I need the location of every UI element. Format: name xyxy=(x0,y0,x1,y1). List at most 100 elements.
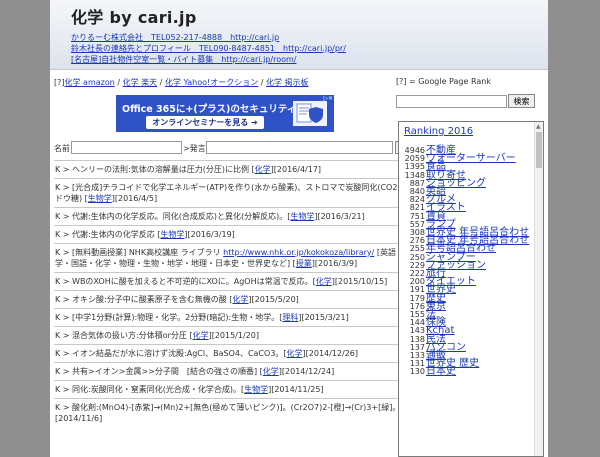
post-text-part: ][2015/10/15] xyxy=(331,277,388,286)
post-list: K > ヘンリーの法則:気体の溶解量は圧力(分圧)に比例 [化学][2016/4… xyxy=(54,160,427,427)
post-text-part: ][2015/5/20] xyxy=(248,295,299,304)
ranking-scrollbar[interactable]: ▲ xyxy=(534,122,543,456)
site-header: 化学 by cari.jp かりるーむ株式会社 TEL052-217-4888 … xyxy=(50,0,548,70)
site-title: 化学 by cari.jp xyxy=(71,8,197,27)
post-tag-link[interactable]: 化学 xyxy=(287,349,303,358)
post-text-part: K > オキシ酸:分子中に酸素原子を含む無機の酸 [ xyxy=(55,295,233,304)
post-text-part: ][2015/3/21] xyxy=(298,313,349,322)
nav-separator: / xyxy=(114,78,123,87)
post-text: K > 代謝:生体内の化学反応。同化(合成反応)と異化(分解反応)。[生物学][… xyxy=(54,208,427,225)
header-link-profile[interactable]: 鈴木社長の連絡先とプロフィール TEL090-8487-4851 http://… xyxy=(71,43,548,54)
post-text-part: K > [無料動画授業] NHK高校講座 ライブラリ xyxy=(55,248,224,257)
scrollbar-thumb[interactable] xyxy=(536,132,542,168)
sidebar: [?] = Google Page Rank 検索 Ranking 2016 4… xyxy=(396,77,548,457)
search-input[interactable] xyxy=(396,95,507,108)
post-tag-link[interactable]: 化学 xyxy=(255,165,271,174)
ranking-count: 130 xyxy=(409,367,425,377)
post-item: K > 酸化剤:(MnO4)-[赤紫]→(Mn)2+[無色(極めて薄いピンク)]… xyxy=(54,398,427,427)
post-item: K > 共有>イオン>金属>>分子間 [結合の強さの順番] [化学][2014/… xyxy=(54,362,427,380)
post-text: K > [光合成]チラコイドで化学エネルギー(ATP)を作り(水から酸素)、スト… xyxy=(54,179,427,207)
post-text-part: K > 同化:炭酸同化・窒素同化(光合成・化学合成)。[ xyxy=(55,385,245,394)
post-text: K > [無料動画授業] NHK高校講座 ライブラリ http://www.nh… xyxy=(54,244,427,272)
post-tag-link[interactable]: 化学 xyxy=(193,331,209,340)
main-content: [?]化学 amazon / 化学 楽天 / 化学 Yahoo!オークション /… xyxy=(54,77,427,457)
post-text-part: ][2016/3/21] xyxy=(314,212,365,221)
post-item: K > [無料動画授業] NHK高校講座 ライブラリ http://www.nh… xyxy=(54,243,427,272)
post-text-part: ][2014/12/26] xyxy=(302,349,359,358)
post-text: K > 混合気体の扱い方:分体積or分圧 [化学][2015/1/20] xyxy=(54,327,427,344)
post-form: 名前 >発言 送信 xyxy=(54,141,427,155)
post-text: K > 同化:炭酸同化・窒素同化(光合成・化学合成)。[生物学][2014/11… xyxy=(54,381,427,398)
post-text-part: K > ヘンリーの法則:気体の溶解量は圧力(分圧)に比例 [ xyxy=(55,165,255,174)
post-text-part: ][2016/4/5] xyxy=(111,194,158,203)
post-tag-link[interactable]: 化学 xyxy=(316,277,332,286)
post-tag-link[interactable]: 理科 xyxy=(282,313,298,322)
nav-link-amazon[interactable]: 化学 amazon xyxy=(65,78,115,87)
post-item: K > [光合成]チラコイドで化学エネルギー(ATP)を作り(水から酸素)、スト… xyxy=(54,178,427,207)
post-tag-link[interactable]: 生物学 xyxy=(244,385,268,394)
post-text-part: ][2015/1/20] xyxy=(208,331,259,340)
post-text-part: ][2016/4/17] xyxy=(270,165,322,174)
search-button[interactable]: 検索 xyxy=(508,94,535,108)
comment-label: >発言 xyxy=(183,144,206,153)
scroll-up-icon[interactable]: ▲ xyxy=(536,123,541,130)
post-text-part: K > 共有>イオン>金属>>分子間 [結合の強さの順番] [ xyxy=(55,367,263,376)
post-tag-link[interactable]: 授業 xyxy=(296,259,312,268)
ad-headline: Office 365に+(プラス)のセキュリティ xyxy=(122,104,297,115)
post-text-part: K > イオン結晶だが水に溶けず沈殿:AgCl、BaSO4、CaCO3。[ xyxy=(55,349,287,358)
ranking-list: 4946不動産 2059ウォーターサーバー 1395食品 1348取り寄せ 887ショッ… xyxy=(403,146,531,377)
nav-link-yahoo-auction[interactable]: 化学 Yahoo!オークション xyxy=(165,78,258,87)
page-rank-note: [?] = Google Page Rank xyxy=(396,77,491,86)
post-text-part: K > 代謝:生体内の化学反応 [ xyxy=(55,230,161,239)
post-text: K > [中学1分野(計算):物理・化学。2分野(暗記):生物・地学。[理科][… xyxy=(54,309,427,326)
post-item: K > イオン結晶だが水に溶けず沈殿:AgCl、BaSO4、CaCO3。[化学]… xyxy=(54,344,427,362)
post-item: K > 代謝:生体内の化学反応。同化(合成反応)と異化(分解反応)。[生物学][… xyxy=(54,207,427,225)
comment-input[interactable] xyxy=(206,141,393,154)
ad-banner[interactable]: Office 365に+(プラス)のセキュリティ オンラインセミナーを見る ➔ … xyxy=(116,95,334,132)
nav-link-board[interactable]: 化学 掲示板 xyxy=(266,78,309,87)
post-text: K > 代謝:生体内の化学反応 [生物学][2016/3/19] xyxy=(54,226,427,243)
page: 化学 by cari.jp かりるーむ株式会社 TEL052-217-4888 … xyxy=(50,0,548,457)
ranking-item: 130日本史 xyxy=(403,366,531,377)
post-text: K > WBのXOHに酸を加えると不可逆的にXOに。AgOHは常温で反応。[化学… xyxy=(54,273,427,290)
ranking-box: Ranking 2016 4946不動産 2059ウォーターサーバー 1395食品 1… xyxy=(398,121,544,457)
security-document-icon xyxy=(293,101,327,126)
header-link-company[interactable]: かりるーむ株式会社 TEL052-217-4888 http://cari.jp xyxy=(71,32,548,43)
post-text-part: ][2014/12/24] xyxy=(278,367,335,376)
post-text: K > 酸化剤:(MnO4)-[赤紫]→(Mn)2+[無色(極めて薄いピンク)]… xyxy=(54,399,427,427)
help-marker[interactable]: [?] xyxy=(54,78,65,87)
post-item: K > ヘンリーの法則:気体の溶解量は圧力(分圧)に比例 [化学][2016/4… xyxy=(54,160,427,178)
post-item: K > 混合気体の扱い方:分体積or分圧 [化学][2015/1/20] xyxy=(54,326,427,344)
post-text: K > 共有>イオン>金属>>分子間 [結合の強さの順番] [化学][2014/… xyxy=(54,363,427,380)
post-text-part: K > 混合気体の扱い方:分体積or分圧 [ xyxy=(55,331,193,340)
post-item: K > 同化:炭酸同化・窒素同化(光合成・化学合成)。[生物学][2014/11… xyxy=(54,380,427,398)
post-text: K > オキシ酸:分子中に酸素原子を含む無機の酸 [化学][2015/5/20] xyxy=(54,291,427,308)
ad-seminar-button[interactable]: オンラインセミナーを見る ➔ xyxy=(146,116,264,129)
post-tag-link[interactable]: http://www.nhk.or.jp/kokokoza/library/ xyxy=(223,248,374,257)
post-text-part: K > WBのXOHに酸を加えると不可逆的にXOに。AgOHは常温で反応。[ xyxy=(55,277,316,286)
ranking-title[interactable]: Ranking 2016 xyxy=(404,126,473,137)
header-link-rooms[interactable]: [名古屋]自社物件空室一覧・バイト募集 http://cari.jp/room/ xyxy=(71,54,548,65)
ad-close-icon[interactable]: ▷✕ xyxy=(323,95,333,102)
post-item: K > WBのXOHに酸を加えると不可逆的にXOに。AgOHは常温で反応。[化学… xyxy=(54,272,427,290)
name-label: 名前 xyxy=(54,144,70,153)
name-input[interactable] xyxy=(71,141,182,154)
post-tag-link[interactable]: 化学 xyxy=(263,367,279,376)
top-nav: [?]化学 amazon / 化学 楽天 / 化学 Yahoo!オークション /… xyxy=(54,77,427,88)
post-tag-link[interactable]: 生物学 xyxy=(160,230,184,239)
post-tag-link[interactable]: 生物学 xyxy=(88,194,112,203)
post-text: K > ヘンリーの法則:気体の溶解量は圧力(分圧)に比例 [化学][2016/4… xyxy=(54,161,427,178)
post-text-part: ][2014/11/25] xyxy=(268,385,324,394)
post-text-part: K > [中学1分野(計算):物理・化学。2分野(暗記):生物・地学。[ xyxy=(55,313,283,322)
post-text: K > イオン結晶だが水に溶けず沈殿:AgCl、BaSO4、CaCO3。[化学]… xyxy=(54,345,427,362)
post-tag-link[interactable]: 化学 xyxy=(232,295,248,304)
post-text-part: ][2016/3/19] xyxy=(184,230,235,239)
post-text-part: K > 代謝:生体内の化学反応。同化(合成反応)と異化(分解反応)。[ xyxy=(55,212,291,221)
post-text-part: K > 酸化剤:(MnO4)-[赤紫]→(Mn)2+[無色(極めて薄いピンク)]… xyxy=(55,403,404,412)
post-item: K > [中学1分野(計算):物理・化学。2分野(暗記):生物・地学。[理科][… xyxy=(54,308,427,326)
post-tag-link[interactable]: 生物学 xyxy=(290,212,314,221)
ranking-keyword-link[interactable]: 日本史 xyxy=(426,366,456,377)
post-item: K > オキシ酸:分子中に酸素原子を含む無機の酸 [化学][2015/5/20] xyxy=(54,290,427,308)
post-item: K > 代謝:生体内の化学反応 [生物学][2016/3/19] xyxy=(54,225,427,243)
nav-link-rakuten[interactable]: 化学 楽天 xyxy=(123,78,158,87)
